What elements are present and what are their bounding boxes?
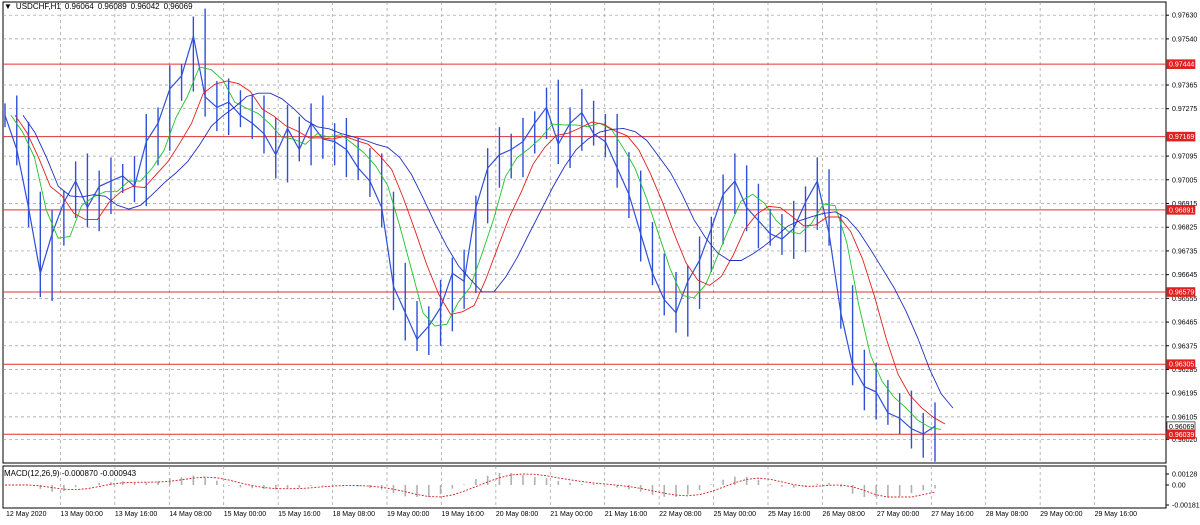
price-axis-label: 0.96645	[1172, 272, 1197, 279]
time-axis-label: 25 May 16:00	[768, 511, 811, 518]
time-axis-label: 15 May 00:00	[224, 511, 267, 518]
price-axis-label: 0.96825	[1172, 225, 1197, 232]
time-axis-label: 29 May 16:00	[1095, 511, 1138, 518]
time-axis-label: 29 May 00:00	[1040, 511, 1083, 518]
time-axis-label: 21 May 16:00	[605, 511, 648, 518]
time-axis-label: 26 May 08:00	[822, 511, 865, 518]
time-axis-label: 20 May 08:00	[496, 511, 539, 518]
price-axis-label: 0.96555	[1172, 296, 1197, 303]
time-axis-label: 19 May 16:00	[441, 511, 484, 518]
price-axis-label: 0.97275	[1172, 106, 1197, 113]
time-axis-label: 15 May 16:00	[278, 511, 321, 518]
chart-window[interactable]: 12 May 2020 13 May 00:00 13 May 16:00 14 Ma…	[0, 0, 1200, 525]
time-axis-label: 25 May 00:00	[714, 511, 757, 518]
time-axis-label: 13 May 00:00	[60, 511, 103, 518]
collapse-arrow-icon[interactable]: ▼	[4, 2, 12, 11]
price-tag-label: 0.97444	[1169, 62, 1194, 69]
price-axis-label: 0.96195	[1172, 391, 1197, 398]
time-axis-label: 14 May 08:00	[169, 511, 212, 518]
time-axis-label: 19 May 00:00	[387, 511, 430, 518]
macd-header: MACD(12,26,9) -0.000870 -0.000943	[4, 469, 136, 478]
price-axis-label: 0.97630	[1172, 13, 1197, 20]
price-axis-label: 0.96735	[1172, 248, 1197, 255]
close-value: 0.96069	[163, 2, 193, 11]
time-axis-label: 13 May 16:00	[115, 511, 158, 518]
time-axis-label: 21 May 00:00	[550, 511, 593, 518]
price-tag-label: 0.96039	[1169, 432, 1194, 439]
low-value: 0.96042	[130, 2, 160, 11]
macd-main-value: -0.000870	[61, 469, 98, 478]
time-axis-label: 28 May 08:00	[986, 511, 1029, 518]
open-value: 0.96064	[64, 2, 94, 11]
price-pane	[2, 1, 1167, 464]
price-tag-label: 0.96305	[1169, 362, 1194, 369]
price-axis-label: 0.97540	[1172, 36, 1197, 43]
high-value: 0.96089	[97, 2, 127, 11]
time-axis-label: 18 May 08:00	[333, 511, 376, 518]
price-axis-label: 0.96465	[1172, 320, 1197, 327]
chart-header: ▼ USDCHF,H1 0.96064 0.96089 0.96042 0.96069	[4, 2, 197, 11]
price-axis-label: 0.97095	[1172, 154, 1197, 161]
macd-axis-label: 0.00	[1172, 483, 1186, 490]
price-axis-label: 0.97005	[1172, 177, 1197, 184]
price-axis-label: 0.97365	[1172, 82, 1197, 89]
price-tag-label: 0.96579	[1169, 290, 1194, 297]
time-axis-label: 27 May 00:00	[877, 511, 920, 518]
macd-pane	[2, 465, 1167, 509]
price-axis-label: 0.96105	[1172, 414, 1197, 421]
symbol-label: USDCHF,H1	[15, 2, 61, 11]
time-axis-label: 22 May 08:00	[659, 511, 702, 518]
macd-axis-label: -0.001812	[1172, 503, 1200, 510]
time-axis-label: 12 May 2020	[6, 511, 47, 518]
time-axis-label: 27 May 16:00	[931, 511, 974, 518]
chart-canvas[interactable]: 12 May 2020 13 May 00:00 13 May 16:00 14 Ma…	[0, 0, 1200, 525]
macd-signal-value: -0.000943	[100, 469, 137, 478]
macd-label: MACD(12,26,9)	[4, 469, 60, 478]
price-tag-label: 0.97169	[1169, 134, 1194, 141]
macd-axis-label: 0.00128	[1172, 472, 1197, 479]
price-tag-label: 0.96891	[1169, 207, 1194, 214]
price-axis-label: 0.96375	[1172, 343, 1197, 350]
